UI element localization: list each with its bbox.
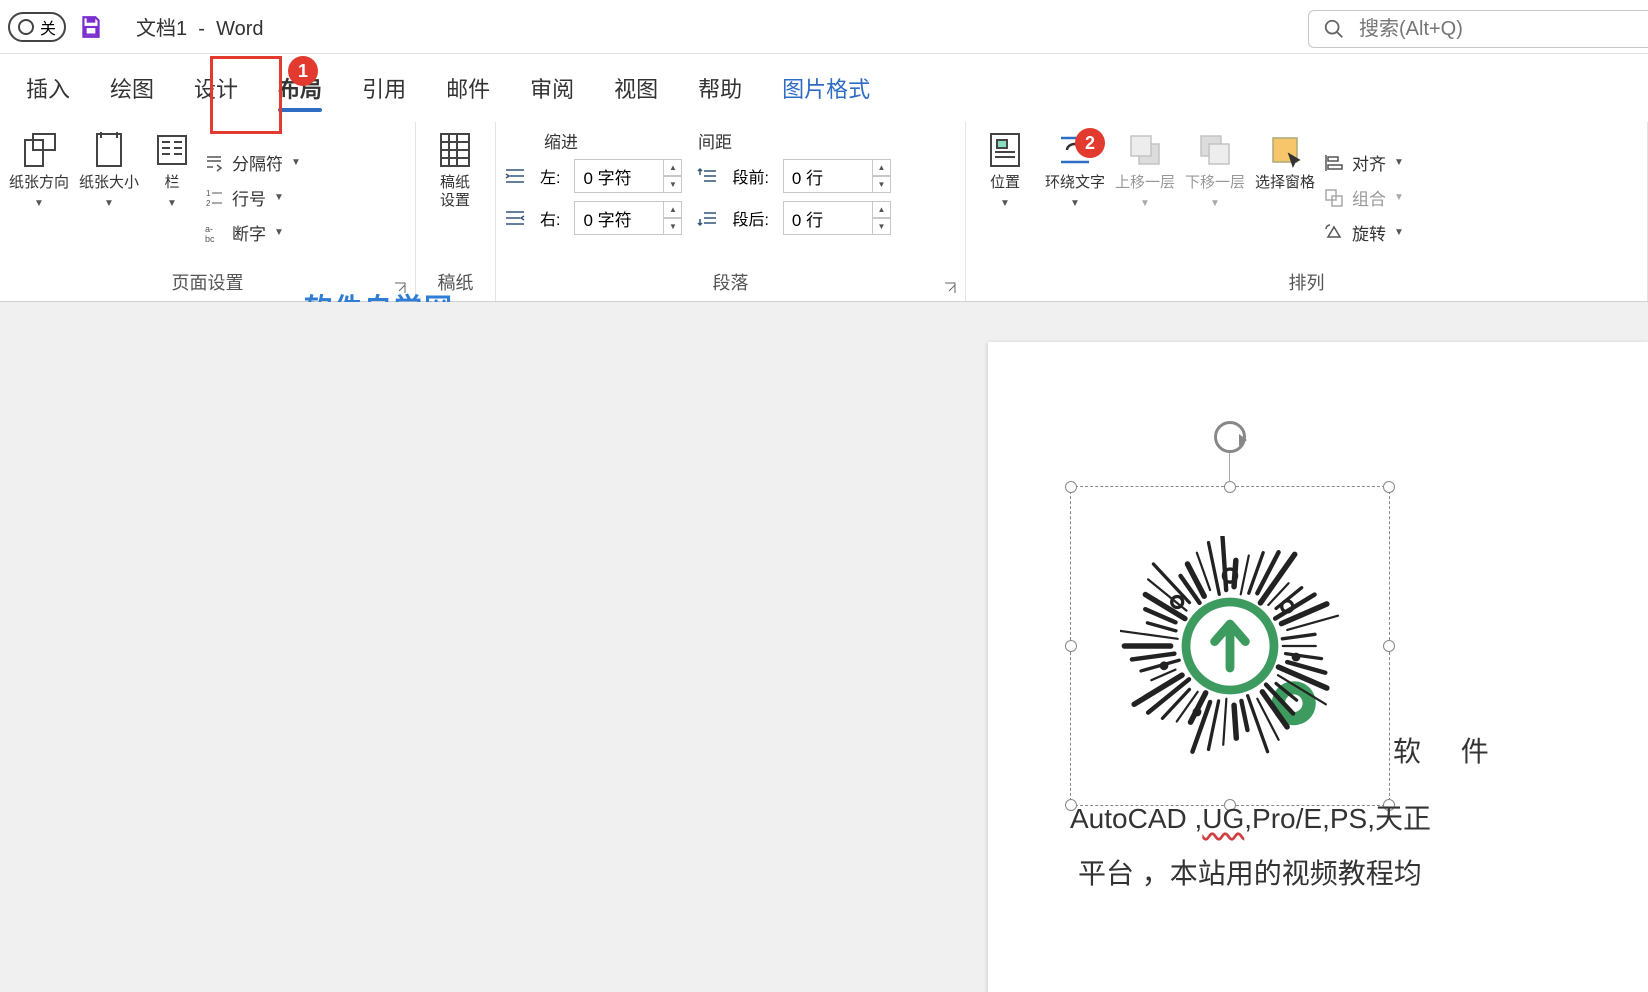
send-backward-button[interactable]: 下移一层▼ — [1184, 128, 1246, 265]
rotate-handle[interactable] — [1214, 421, 1246, 453]
orientation-button[interactable]: 纸张方向▼ — [8, 128, 70, 265]
align-button[interactable]: 对齐▼ — [1324, 150, 1404, 175]
bring-forward-icon — [1125, 130, 1165, 170]
indent-left-input[interactable]: ▲▼ — [574, 159, 682, 193]
spinner-down[interactable]: ▼ — [873, 176, 891, 193]
autosave-label: 关 — [40, 15, 56, 39]
doc-text-line3: 平台 ，本站用的视频教程均 — [1078, 852, 1422, 892]
group-label-arrange: 排列 — [974, 265, 1639, 299]
image-selection-frame[interactable] — [1070, 486, 1390, 806]
spinner-up[interactable]: ▲ — [664, 201, 682, 218]
selection-pane-button[interactable]: 选择窗格 — [1254, 128, 1316, 265]
position-button[interactable]: 位置▼ — [974, 128, 1036, 265]
after-label: 段后: — [732, 206, 768, 230]
manuscript-icon — [435, 130, 475, 170]
size-button[interactable]: 纸张大小▼ — [78, 128, 140, 265]
tab-references[interactable]: 引用 — [342, 62, 426, 114]
toggle-circle-icon — [18, 19, 34, 35]
hyphenation-button[interactable]: a-bc 断字▼ — [204, 220, 301, 245]
hyphenation-icon: a-bc — [204, 223, 224, 243]
svg-text:bc: bc — [205, 234, 215, 243]
resize-handle-l[interactable] — [1065, 640, 1077, 652]
page-setup-stack: 分隔符▼ 12 行号▼ a-bc 断字▼ — [204, 128, 301, 265]
annotation-box-1 — [210, 56, 282, 134]
indent-header: 缩进 — [544, 128, 578, 153]
group-paragraph: 缩进 间距 左: ▲▼ 段前: ▲▼ 右: ▲▼ 段后: — [496, 122, 966, 301]
document-title: 文档1 - Word — [136, 12, 263, 41]
group-arrange: 位置▼ 环绕文字▼ 上移一层▼ 下移一层▼ 选择窗格 对齐▼ — [966, 122, 1648, 301]
tab-draw[interactable]: 绘图 — [90, 62, 174, 114]
bring-forward-button[interactable]: 上移一层▼ — [1114, 128, 1176, 265]
spinner-down[interactable]: ▼ — [873, 218, 891, 235]
align-icon — [1324, 153, 1344, 173]
resize-handle-r[interactable] — [1383, 640, 1395, 652]
rotate-button[interactable]: 旋转▼ — [1324, 220, 1404, 245]
save-icon[interactable] — [78, 14, 104, 40]
breaks-icon — [204, 153, 224, 173]
arrange-stack: 对齐▼ 组合▼ 旋转▼ — [1324, 128, 1404, 265]
manuscript-settings-button[interactable]: 稿纸 设置 — [424, 128, 486, 265]
group-button[interactable]: 组合▼ — [1324, 185, 1404, 210]
position-icon — [985, 130, 1025, 170]
group-manuscript: 稿纸 设置 稿纸 — [416, 122, 496, 301]
doc-text-line1: 软 件 — [1393, 730, 1505, 770]
line-numbers-button[interactable]: 12 行号▼ — [204, 185, 301, 210]
qr-code-image[interactable] — [1120, 536, 1340, 756]
document-area: 软 件 AutoCAD ,UG,Pro/E,PS,天正 平台 ，本站用的视频教程… — [0, 302, 1648, 949]
search-icon — [1323, 18, 1345, 40]
selection-pane-icon — [1265, 130, 1305, 170]
tab-mail[interactable]: 邮件 — [426, 62, 510, 114]
resize-handle-t[interactable] — [1224, 481, 1236, 493]
spinner-down[interactable]: ▼ — [664, 218, 682, 235]
page-size-icon — [89, 130, 129, 170]
launcher-icon[interactable] — [943, 281, 959, 297]
breaks-button[interactable]: 分隔符▼ — [204, 150, 301, 175]
svg-text:1: 1 — [206, 189, 211, 198]
indent-left-icon — [504, 167, 526, 185]
rotate-connector — [1229, 453, 1230, 481]
group-label-paragraph: 段落 — [504, 265, 957, 299]
doc-text-line2: AutoCAD ,UG,Pro/E,PS,天正 — [1070, 797, 1431, 837]
group-icon — [1324, 188, 1344, 208]
svg-text:a-: a- — [205, 224, 213, 234]
space-before-icon — [696, 167, 718, 185]
annotation-badge-1: 1 — [288, 56, 318, 86]
right-label: 右: — [540, 206, 560, 230]
spinner-up[interactable]: ▲ — [664, 159, 682, 176]
group-page-setup: 纸张方向▼ 纸张大小▼ 栏▼ 分隔符▼ 12 行号▼ a — [0, 122, 416, 301]
columns-button[interactable]: 栏▼ — [148, 128, 196, 265]
columns-icon — [152, 130, 192, 170]
annotation-badge-2: 2 — [1075, 128, 1105, 158]
space-after-input[interactable]: ▲▼ — [783, 201, 891, 235]
send-backward-icon — [1195, 130, 1235, 170]
rotate-icon — [1324, 223, 1344, 243]
orientation-icon — [19, 130, 59, 170]
spacing-header: 间距 — [698, 128, 732, 153]
resize-handle-tr[interactable] — [1383, 481, 1395, 493]
space-before-input[interactable]: ▲▼ — [783, 159, 891, 193]
tab-review[interactable]: 审阅 — [510, 62, 594, 114]
title-left: 关 文档1 - Word — [8, 12, 263, 42]
tab-view[interactable]: 视图 — [594, 62, 678, 114]
spinner-up[interactable]: ▲ — [873, 159, 891, 176]
spinner-up[interactable]: ▲ — [873, 201, 891, 218]
line-numbers-icon: 12 — [204, 188, 224, 208]
svg-text:2: 2 — [206, 199, 211, 208]
resize-handle-tl[interactable] — [1065, 481, 1077, 493]
search-box[interactable] — [1308, 10, 1648, 48]
left-label: 左: — [540, 164, 560, 188]
tab-insert[interactable]: 插入 — [6, 62, 90, 114]
tab-help[interactable]: 帮助 — [678, 62, 762, 114]
page[interactable]: 软 件 AutoCAD ,UG,Pro/E,PS,天正 平台 ，本站用的视频教程… — [988, 342, 1648, 992]
before-label: 段前: — [732, 164, 768, 188]
tab-picture-format[interactable]: 图片格式 — [762, 62, 890, 114]
indent-right-input[interactable]: ▲▼ — [574, 201, 682, 235]
space-after-icon — [696, 209, 718, 227]
ribbon: 纸张方向▼ 纸张大小▼ 栏▼ 分隔符▼ 12 行号▼ a — [0, 122, 1648, 302]
autosave-pill[interactable]: 关 — [8, 12, 66, 42]
search-input[interactable] — [1359, 18, 1634, 41]
title-bar: 关 文档1 - Word — [0, 0, 1648, 54]
indent-right-icon — [504, 209, 526, 227]
spinner-down[interactable]: ▼ — [664, 176, 682, 193]
